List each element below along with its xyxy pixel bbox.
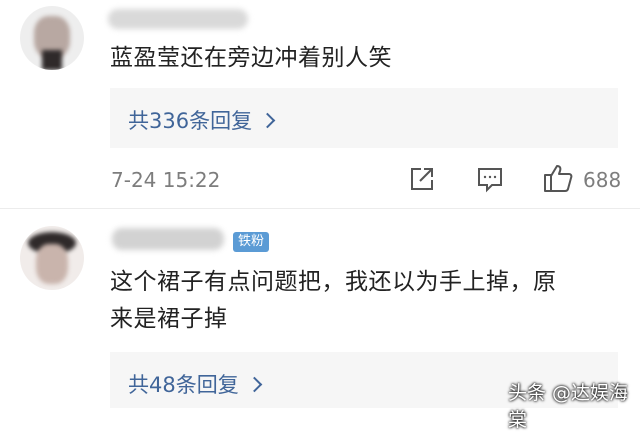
avatar[interactable] <box>20 226 84 290</box>
like-count: 688 <box>583 168 622 192</box>
comment-text-line-1: 这个裙子有点问题把，我还以为手上掉，原 <box>110 269 557 295</box>
reply-box: 共336条回复 <box>110 88 618 148</box>
username-blurred[interactable] <box>112 228 224 250</box>
username-blurred[interactable] <box>108 9 248 29</box>
view-replies-link[interactable]: 共336条回复 <box>128 105 276 135</box>
avatar[interactable] <box>20 6 84 70</box>
view-replies-link[interactable]: 共48条回复 <box>128 369 263 399</box>
comment-text-line-2: 来是裙子掉 <box>110 306 228 332</box>
comment-timestamp: 7-24 15:22 <box>111 168 221 192</box>
replies-label: 共48条回复 <box>128 373 239 397</box>
share-icon[interactable] <box>408 165 436 193</box>
watermark: 头条 @达娱海棠 <box>508 382 629 431</box>
comment-text: 蓝盈莹还在旁边冲着别人笑 <box>110 45 392 71</box>
chevron-right-icon <box>246 376 263 392</box>
chevron-right-icon <box>259 112 276 128</box>
like-icon[interactable] <box>542 163 574 193</box>
divider <box>0 208 640 209</box>
fan-badge: 铁粉 <box>233 232 270 252</box>
comment-icon[interactable] <box>476 165 504 193</box>
replies-label: 共336条回复 <box>128 109 253 133</box>
